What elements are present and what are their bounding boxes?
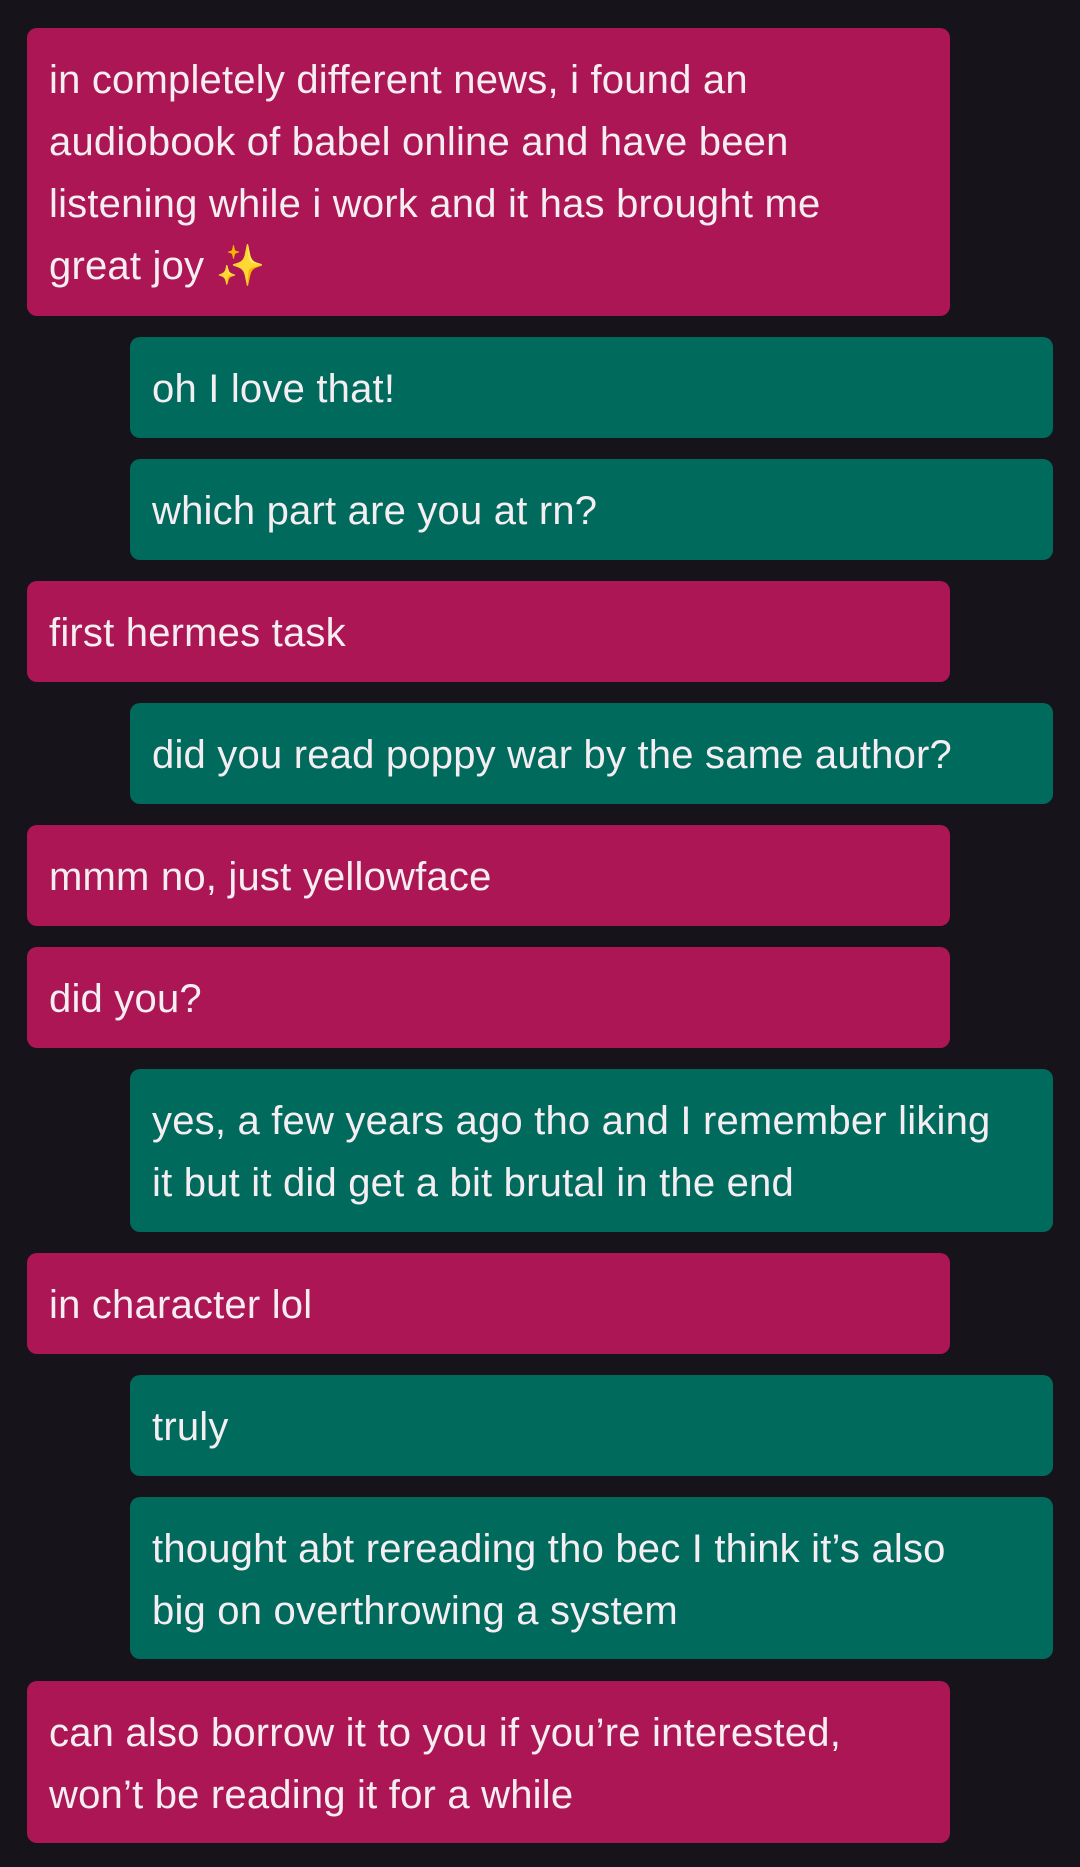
message-bubble-sent[interactable]: truly xyxy=(130,1375,1053,1476)
message-bubble-received[interactable]: did you? xyxy=(27,947,950,1048)
message-bubble-sent[interactable]: oh I love that! xyxy=(130,337,1053,438)
message-bubble-sent[interactable]: thought abt rereading tho bec I think it… xyxy=(130,1497,1053,1659)
message-bubble-received[interactable]: first hermes task xyxy=(27,581,950,682)
message-bubble-sent[interactable]: yes, a few years ago tho and I remember … xyxy=(130,1069,1053,1232)
message-bubble-received[interactable]: in completely different news, i found an… xyxy=(27,28,950,316)
message-bubble-received[interactable]: can also borrow it to you if you’re inte… xyxy=(27,1681,950,1843)
message-bubble-sent[interactable]: which part are you at rn? xyxy=(130,459,1053,560)
message-bubble-received[interactable]: mmm no, just yellowface xyxy=(27,825,950,926)
chat-thread[interactable]: in completely different news, i found an… xyxy=(0,0,1080,1867)
message-bubble-sent[interactable]: did you read poppy war by the same autho… xyxy=(130,703,1053,804)
message-bubble-received[interactable]: in character lol xyxy=(27,1253,950,1354)
